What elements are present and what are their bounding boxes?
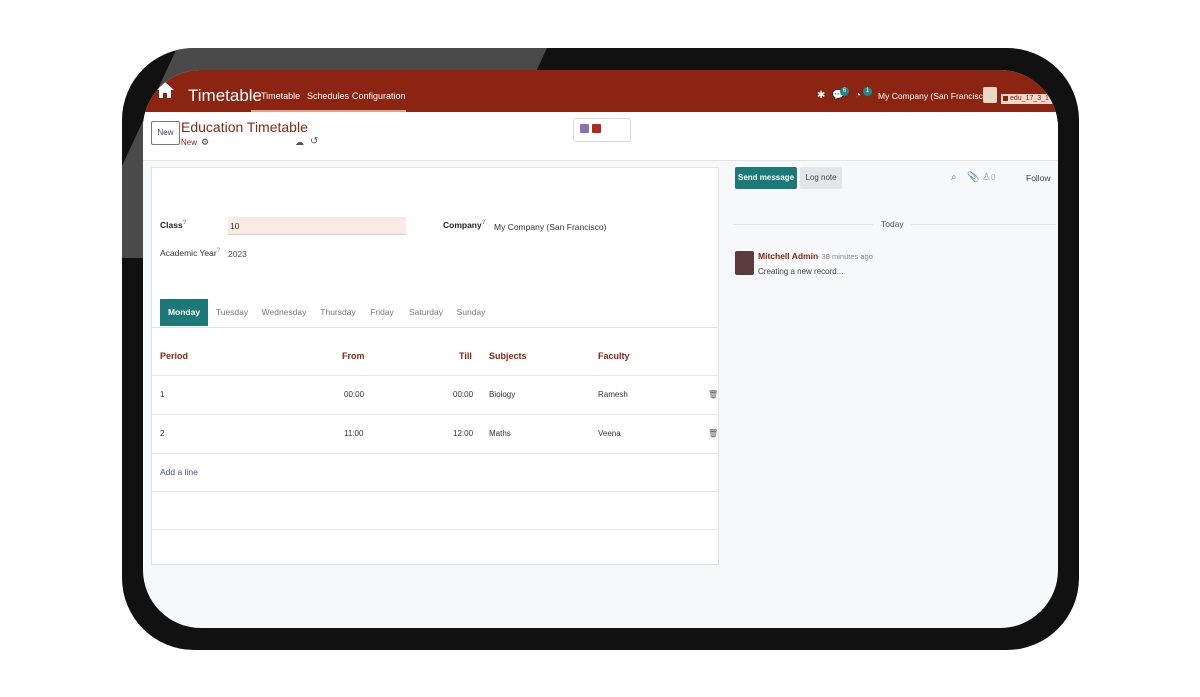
tab-wednesday[interactable]: Wednesday (260, 299, 308, 326)
followers-count: 0 (990, 173, 996, 182)
row-divider (152, 529, 718, 530)
menu-configuration[interactable]: Configuration (352, 91, 406, 101)
company-label: Company? (443, 220, 486, 230)
menu-timetable[interactable]: Timetable (261, 91, 300, 101)
paperclip-icon[interactable]: 📎 (967, 172, 979, 183)
message-body: Creating a new record... (758, 267, 844, 276)
search-icon[interactable]: ⌕ (951, 172, 957, 183)
message-author[interactable]: Mitchell Admin (758, 251, 818, 261)
row1-subject[interactable]: Biology (489, 390, 515, 399)
menu-schedules[interactable]: Schedules (307, 91, 349, 101)
cloud-save-icon[interactable]: ☁ (295, 137, 304, 148)
header-till[interactable]: Till (459, 351, 472, 361)
row1-period[interactable]: 1 (160, 390, 164, 399)
trash-icon[interactable]: 🗑 (708, 390, 718, 399)
row2-subject[interactable]: Maths (489, 429, 511, 438)
row1-faculty[interactable]: Ramesh (598, 390, 628, 399)
database-name: edu_17_3_1 (1010, 95, 1049, 102)
record-title: Education Timetable (181, 119, 308, 135)
row-divider (152, 414, 718, 415)
add-line-link[interactable]: Add a line (160, 467, 198, 477)
academic-year-field[interactable]: 2023 (228, 249, 247, 259)
academic-year-label: Academic Year? (160, 248, 221, 258)
database-chip: edu_17_3_1 (1001, 94, 1053, 104)
user-avatar[interactable] (983, 87, 997, 103)
app-screen: Timetable Timetable Schedules Configurat… (143, 70, 1058, 628)
header-period[interactable]: Period (160, 351, 188, 361)
tab-thursday[interactable]: Thursday (318, 299, 358, 326)
header-from[interactable]: From (342, 351, 365, 361)
gear-icon[interactable]: ⚙ (201, 137, 209, 148)
class-label: Class? (160, 220, 187, 230)
row2-from[interactable]: 11:00 (344, 429, 363, 438)
row2-faculty[interactable]: Veena (598, 429, 621, 438)
row1-till[interactable]: 00:00 (453, 390, 473, 399)
status-purple-icon (580, 124, 589, 133)
tab-monday[interactable]: Monday (160, 299, 208, 326)
author-avatar[interactable] (735, 251, 754, 275)
row-divider (152, 491, 718, 492)
separator-line (733, 224, 873, 225)
send-message-button[interactable]: Send message (735, 167, 797, 189)
day-tabs: Monday Tuesday Wednesday Thursday Friday… (152, 299, 718, 328)
undo-icon[interactable]: ↺ (310, 136, 318, 147)
new-button[interactable]: New (151, 121, 180, 145)
row2-period[interactable]: 2 (160, 429, 164, 438)
tab-saturday[interactable]: Saturday (406, 299, 446, 326)
row-divider (152, 453, 718, 454)
app-title[interactable]: Timetable (188, 86, 262, 106)
row-divider (152, 375, 718, 376)
record-status: New (181, 138, 198, 147)
status-red-icon (592, 124, 601, 133)
trash-icon[interactable]: 🗑 (708, 429, 718, 438)
messages-badge: 6 (840, 87, 849, 96)
header-faculty[interactable]: Faculty (598, 351, 630, 361)
top-navbar: Timetable Timetable Schedules Configurat… (143, 70, 1058, 112)
clock-icon[interactable]: ◔ (855, 90, 861, 101)
class-input[interactable]: 10 (228, 217, 406, 235)
date-separator: Today (881, 219, 904, 229)
status-indicator[interactable] (573, 118, 631, 142)
control-panel: New Education Timetable New ⚙ ☁ ↺ (143, 112, 1058, 161)
separator-line (911, 224, 1056, 225)
message-time: - 38 minutes ago (817, 252, 873, 261)
followers-icon[interactable]: ♙0 (982, 172, 995, 183)
header-subjects[interactable]: Subjects (489, 351, 527, 361)
company-switcher[interactable]: My Company (San Francisco) (878, 91, 990, 101)
bug-icon[interactable]: ✱ (817, 90, 825, 101)
tab-sunday[interactable]: Sunday (454, 299, 488, 326)
follow-button[interactable]: Follow (1026, 173, 1051, 183)
row2-till[interactable]: 12:00 (453, 429, 473, 438)
log-note-button[interactable]: Log note (800, 167, 842, 189)
tab-tuesday[interactable]: Tuesday (212, 299, 252, 326)
activities-badge: 1 (863, 87, 872, 96)
form-sheet: Class? 10 Company? My Company (San Franc… (151, 167, 719, 565)
row1-from[interactable]: 00:00 (344, 390, 364, 399)
database-icon (1003, 95, 1008, 101)
home-icon[interactable] (155, 80, 175, 100)
company-field[interactable]: My Company (San Francisco) (494, 222, 606, 232)
chatter-panel: Send message Log note ⌕ 📎 ♙0 Follow Toda… (733, 167, 1058, 627)
tab-friday[interactable]: Friday (366, 299, 398, 326)
